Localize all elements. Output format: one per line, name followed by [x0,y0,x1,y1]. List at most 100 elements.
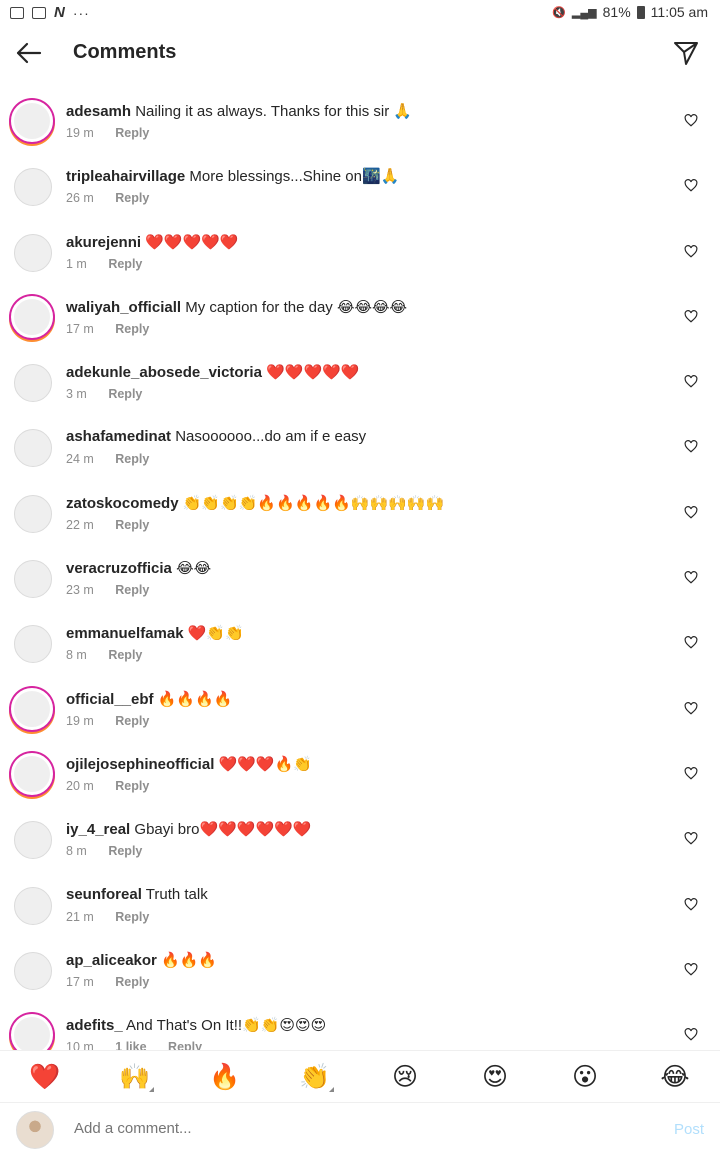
reply-button[interactable]: Reply [168,1040,202,1050]
comment-body: ❤️👏👏 [187,625,244,643]
reaction-emoji-button[interactable]: 🙌 [110,1063,160,1092]
like-heart-icon[interactable] [684,832,698,845]
avatar[interactable] [14,429,52,468]
reaction-emoji-button[interactable]: 😮 [560,1062,610,1092]
comment-body: Nailing it as always. Thanks for this si… [135,103,413,120]
avatar[interactable] [11,100,53,142]
comment-username[interactable]: veracruzofficia [66,560,172,577]
like-heart-icon[interactable] [684,701,698,715]
comment-text: ojilejosephineofficial ❤️❤️❤️🔥👏 [66,755,312,773]
comment-username[interactable]: tripleahairvillage [66,168,185,185]
comment-input[interactable] [72,1119,636,1138]
reply-button[interactable]: Reply [115,126,149,140]
like-heart-icon[interactable] [684,505,698,519]
status-bar: N ··· 🔇 ▂▄▆ 81% 11:05 am [0,0,720,26]
reply-button[interactable]: Reply [115,975,149,989]
comment-username[interactable]: adekunle_abosede_victoria [66,364,262,381]
comment-meta: 17 m Reply [66,975,149,989]
comment-row: tripleahairvillage More blessings...Shin… [0,153,720,218]
comment-row: adekunle_abosede_victoria ❤️❤️❤️❤️❤️ 3 m… [0,349,720,414]
like-heart-icon[interactable] [684,636,698,649]
comment-username[interactable]: ashafamedinat [66,428,171,445]
comment-body: 👏👏👏👏🔥🔥🔥🔥🔥🙌🙌🙌🙌🙌 [182,494,445,512]
like-heart-icon[interactable] [684,767,698,780]
like-heart-icon[interactable] [684,571,698,584]
comment-meta: 23 m Reply [66,583,149,597]
like-heart-icon[interactable] [684,440,698,454]
comment-list[interactable]: adesamh Nailing it as always. Thanks for… [0,88,720,1050]
reply-button[interactable]: Reply [108,648,142,662]
avatar[interactable] [14,821,52,860]
reply-button[interactable]: Reply [115,452,149,466]
like-heart-icon[interactable] [684,179,698,192]
reply-button[interactable]: Reply [115,714,149,728]
comment-meta: 26 m Reply [66,191,149,205]
comment-text: zatoskocomedy 👏👏👏👏🔥🔥🔥🔥🔥🙌🙌🙌🙌🙌 [66,494,444,512]
avatar[interactable] [14,951,52,990]
comment-time: 17 m [66,974,94,989]
avatar[interactable] [14,364,52,403]
n-app-icon: N [54,4,65,21]
reply-button[interactable]: Reply [115,322,149,336]
reply-button[interactable]: Reply [108,257,142,271]
comment-meta: 8 m Reply [66,648,142,662]
comment-body: 🔥🔥🔥🔥 [157,690,233,708]
avatar[interactable] [14,168,52,207]
reaction-emoji-button[interactable]: 😂 [650,1062,700,1092]
avatar[interactable] [11,1014,53,1050]
comment-row: zatoskocomedy 👏👏👏👏🔥🔥🔥🔥🔥🙌🙌🙌🙌🙌 22 m Reply [0,480,720,545]
comment-text: ap_aliceakor 🔥🔥🔥 [66,951,217,969]
comment-username[interactable]: iy_4_real [66,821,130,838]
comment-username[interactable]: zatoskocomedy [66,495,179,512]
avatar[interactable] [14,494,52,533]
cast-icon [32,6,46,19]
avatar[interactable] [11,752,53,795]
comment-row: emmanuelfamak ❤️👏👏 8 m Reply [0,610,720,675]
comment-username[interactable]: adefits_ [66,1017,123,1034]
avatar[interactable] [11,295,53,338]
like-heart-icon[interactable] [684,962,698,976]
send-icon[interactable] [672,39,700,67]
post-button[interactable]: Post [674,1121,704,1138]
comment-username[interactable]: akurejenni [66,234,141,251]
avatar[interactable] [14,886,52,925]
like-heart-icon[interactable] [684,375,698,388]
reply-button[interactable]: Reply [115,583,149,597]
comment-username[interactable]: seunforeal [66,886,142,903]
like-heart-icon[interactable] [684,244,698,258]
reaction-emoji-button[interactable]: 🔥 [200,1063,250,1092]
back-arrow-icon[interactable] [14,38,44,68]
comment-time: 26 m [66,191,94,206]
reply-button[interactable]: Reply [108,387,142,401]
reply-button[interactable]: Reply [115,191,149,205]
reply-button[interactable]: Reply [108,844,142,858]
comment-username[interactable]: ap_aliceakor [66,952,157,969]
comment-body: 🔥🔥🔥 [161,951,218,969]
reply-button[interactable]: Reply [115,910,149,924]
comment-text: ashafamedinat Nasoooooo...do am if e eas… [66,428,366,445]
reaction-emoji-button[interactable]: ❤️ [20,1063,70,1092]
comment-meta: 1 m Reply [66,257,142,271]
like-heart-icon[interactable] [684,1028,698,1041]
like-heart-icon[interactable] [684,114,698,127]
reply-button[interactable]: Reply [115,779,149,793]
like-heart-icon[interactable] [684,309,698,323]
avatar[interactable] [14,560,52,599]
comment-time: 24 m [66,452,94,467]
comment-username[interactable]: adesamh [66,103,131,120]
comment-username[interactable]: emmanuelfamak [66,625,184,642]
comment-body: ❤️❤️❤️❤️❤️ [266,364,360,382]
avatar[interactable] [11,687,53,730]
comment-username[interactable]: waliyah_officiall [66,299,181,316]
reaction-emoji-button[interactable]: 👏 [290,1063,340,1092]
comment-username[interactable]: official__ebf [66,691,154,708]
like-heart-icon[interactable] [684,897,698,911]
comment-likes[interactable]: 1 like [115,1040,146,1050]
comment-body: And That's On It!!👏👏😍😍😍 [126,1017,327,1035]
avatar[interactable] [14,233,52,272]
reaction-emoji-button[interactable]: 😢 [380,1062,430,1092]
reply-button[interactable]: Reply [115,518,149,532]
reaction-emoji-button[interactable]: 😍 [470,1062,520,1092]
avatar[interactable] [14,625,52,664]
comment-username[interactable]: ojilejosephineofficial [66,756,214,773]
